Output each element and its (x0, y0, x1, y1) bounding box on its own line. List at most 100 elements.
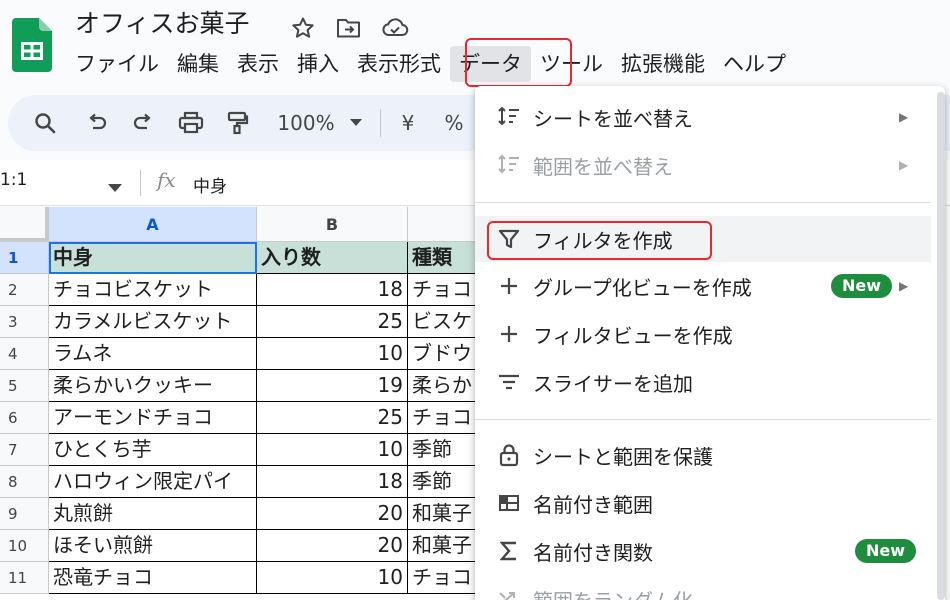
column-header-a[interactable]: A (49, 207, 257, 242)
select-all-corner[interactable] (0, 207, 49, 242)
menu-view[interactable]: 表示 (228, 46, 288, 82)
undo-icon[interactable] (82, 95, 112, 151)
cloud-status-icon[interactable] (380, 14, 410, 42)
named-range-icon (497, 491, 521, 515)
new-badge: New (831, 274, 893, 298)
menu-item-label: シートと範囲を保護 (533, 444, 713, 469)
currency-format-button[interactable]: ¥ (396, 95, 420, 151)
sigma-icon (497, 539, 521, 563)
menu-data[interactable]: データ (450, 46, 531, 82)
menu-item-create-filter[interactable]: フィルタを作成 (475, 216, 931, 262)
move-folder-icon[interactable] (334, 14, 364, 42)
sort-icon (497, 105, 521, 129)
paint-format-icon[interactable] (222, 95, 252, 151)
cell[interactable]: ラムネ (49, 338, 257, 370)
menu-item-add-slicer[interactable]: スライサーを追加 (475, 359, 931, 405)
lock-icon (497, 443, 521, 467)
cell[interactable]: 柔らかいクッキー (49, 370, 257, 402)
percent-format-button[interactable]: % (442, 95, 466, 151)
column-header-b[interactable]: B (257, 207, 408, 242)
row-header[interactable]: 7 (0, 434, 49, 466)
menu-item-label: フィルタを作成 (533, 228, 673, 253)
menu-extensions[interactable]: 拡張機能 (612, 46, 714, 82)
menu-divider (475, 419, 931, 420)
cell-a1[interactable]: 中身 (49, 242, 257, 274)
plus-icon (497, 322, 521, 346)
google-sheets-logo[interactable] (12, 18, 52, 72)
slicer-icon (497, 370, 521, 394)
print-icon[interactable] (174, 95, 208, 151)
row-header[interactable]: 11 (0, 562, 49, 594)
cell[interactable]: ハロウィン限定パイ (49, 466, 257, 498)
sheets-window: オフィスお菓子 ファイル 編集 表示 挿入 表示形式 データ ツール 拡張機能 … (0, 0, 950, 600)
data-menu-dropdown: シートを並べ替え ▶ 範囲を並べ替え ▶ フィルタを作成 グループ化ビューを作成… (475, 86, 945, 600)
menu-scrollbar[interactable] (937, 92, 945, 600)
cell[interactable]: 25 (257, 402, 408, 434)
row-header[interactable]: 2 (0, 274, 49, 306)
menu-bar: ファイル 編集 表示 挿入 表示形式 データ ツール 拡張機能 ヘルプ (66, 46, 795, 82)
cell[interactable]: 丸煎餅 (49, 498, 257, 530)
name-box[interactable]: 1:1 (0, 170, 27, 190)
row-header[interactable]: 5 (0, 370, 49, 402)
menu-item-create-group-view[interactable]: グループ化ビューを作成 New ▶ (475, 263, 931, 309)
menu-file[interactable]: ファイル (66, 46, 168, 82)
cell[interactable]: 10 (257, 338, 408, 370)
cell[interactable]: 10 (257, 562, 408, 594)
cell[interactable]: 恐竜チョコ (49, 562, 257, 594)
row-header[interactable]: 4 (0, 338, 49, 370)
menu-item-label: フィルタビューを作成 (533, 323, 733, 348)
menu-item-label: 範囲をランダム化 (533, 585, 693, 600)
cell[interactable]: カラメルビスケット (49, 306, 257, 338)
menu-item-protect-sheets[interactable]: シートと範囲を保護 (475, 432, 931, 478)
submenu-arrow-icon: ▶ (899, 279, 909, 293)
cell[interactable]: 20 (257, 530, 408, 562)
menu-tools[interactable]: ツール (531, 46, 612, 82)
menu-item-label: スライサーを追加 (533, 371, 693, 396)
menu-item-named-ranges[interactable]: 名前付き範囲 (475, 480, 931, 526)
redo-icon[interactable] (128, 95, 158, 151)
menu-item-sort-sheet[interactable]: シートを並べ替え ▶ (475, 94, 931, 140)
cell[interactable]: 10 (257, 434, 408, 466)
row-header[interactable]: 3 (0, 306, 49, 338)
menu-item-randomize-range[interactable]: 範囲をランダム化 (475, 576, 931, 600)
menu-item-sort-range[interactable]: 範囲を並べ替え ▶ (475, 142, 931, 188)
row-header[interactable]: 10 (0, 530, 49, 562)
row-header[interactable]: 8 (0, 466, 49, 498)
shuffle-icon (497, 587, 521, 600)
cell[interactable]: 19 (257, 370, 408, 402)
formula-divider (140, 170, 141, 196)
menu-item-label: シートを並べ替え (533, 106, 693, 131)
formula-input[interactable]: 中身 (193, 172, 227, 197)
plus-icon (497, 274, 521, 298)
fx-icon: fx (157, 168, 176, 192)
menu-item-named-functions[interactable]: 名前付き関数 New (475, 528, 931, 574)
menu-format[interactable]: 表示形式 (348, 46, 450, 82)
menu-insert[interactable]: 挿入 (288, 46, 348, 82)
search-icon[interactable] (30, 95, 60, 151)
cell[interactable]: 18 (257, 466, 408, 498)
cell[interactable]: アーモンドチョコ (49, 402, 257, 434)
cell[interactable]: 25 (257, 306, 408, 338)
star-icon[interactable] (288, 14, 318, 42)
menu-item-label: 名前付き関数 (533, 540, 653, 565)
menu-edit[interactable]: 編集 (168, 46, 228, 82)
cell[interactable]: 20 (257, 498, 408, 530)
cell[interactable]: ほそい煎餅 (49, 530, 257, 562)
row-header[interactable]: 1 (0, 242, 49, 274)
row-header[interactable]: 6 (0, 402, 49, 434)
chevron-down-icon[interactable] (346, 95, 366, 151)
cell-b1[interactable]: 入り数 (257, 242, 408, 274)
cell[interactable]: 18 (257, 274, 408, 306)
menu-item-label: 名前付き範囲 (533, 492, 653, 517)
cell[interactable]: チョコビスケット (49, 274, 257, 306)
menu-item-create-filter-view[interactable]: フィルタビューを作成 (475, 311, 931, 357)
chevron-down-icon[interactable] (108, 178, 122, 197)
menu-help[interactable]: ヘルプ (714, 46, 795, 82)
new-badge: New (855, 539, 917, 563)
zoom-select[interactable]: 100% (272, 95, 340, 151)
submenu-arrow-icon: ▶ (899, 110, 909, 124)
menu-divider (475, 202, 931, 203)
row-header[interactable]: 9 (0, 498, 49, 530)
cell[interactable]: ひとくち芋 (49, 434, 257, 466)
document-title[interactable]: オフィスお菓子 (75, 7, 250, 41)
